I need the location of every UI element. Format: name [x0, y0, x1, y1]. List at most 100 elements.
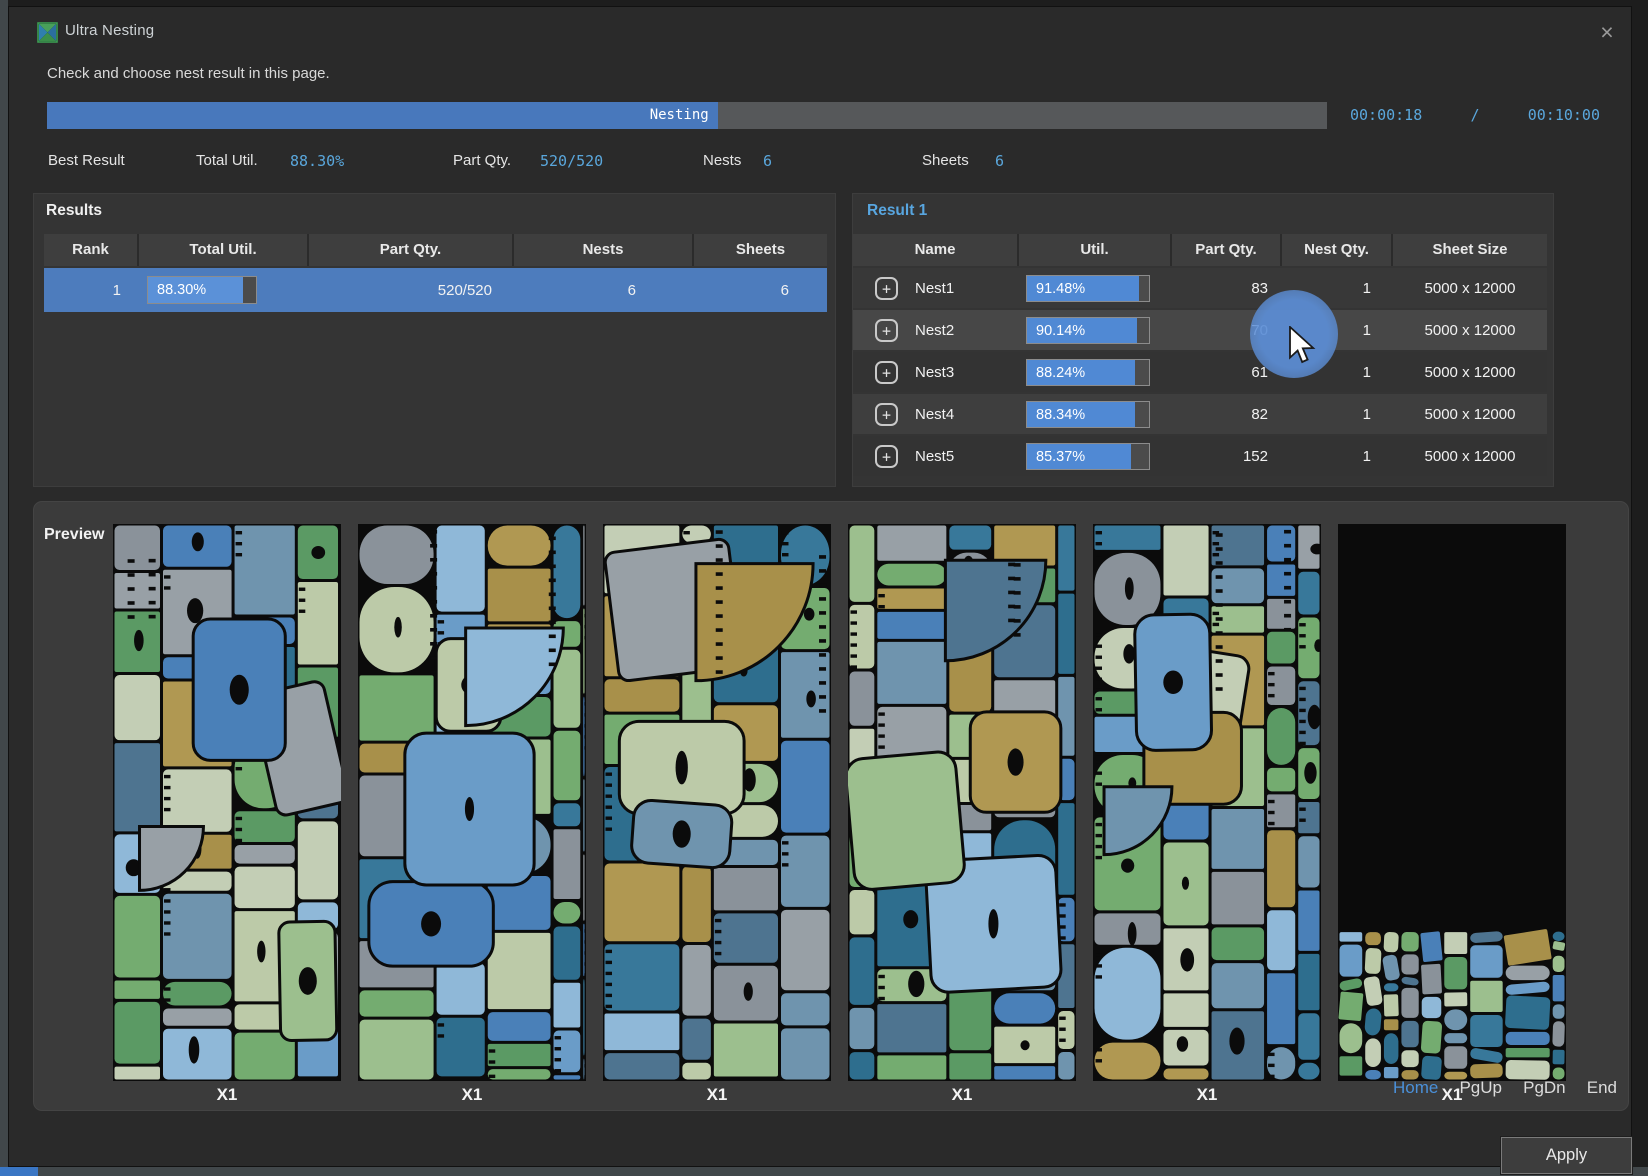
expand-row-button[interactable]: +	[875, 319, 898, 342]
pager-pgdn[interactable]: PgDn	[1523, 1078, 1566, 1098]
nest-name: Nest1	[915, 280, 954, 297]
util-bar: 88.34%	[1026, 401, 1150, 428]
nest-row-1[interactable]: + Nest1 91.48% 83 1 5000 x 12000	[853, 268, 1547, 308]
total-util-value: 88.30%	[290, 149, 344, 173]
result1-title: Result 1	[867, 202, 927, 220]
total-util-bar-text: 88.30%	[157, 277, 206, 303]
nest-row-5[interactable]: + Nest5 85.37% 152 1 5000 x 12000	[853, 436, 1547, 476]
util-bar-text: 88.34%	[1036, 402, 1085, 428]
total-time: 00:10:00	[1528, 106, 1600, 124]
window-title: Ultra Nesting	[65, 22, 154, 39]
results-panel: Results Rank Total Util. Part Qty. Nests…	[33, 193, 836, 487]
nest-row-3[interactable]: + Nest3 88.24% 61 1 5000 x 12000	[853, 352, 1547, 392]
util-bar-text: 88.24%	[1036, 360, 1085, 386]
util-bar-text: 85.37%	[1036, 444, 1085, 470]
col-sheets: Sheets	[694, 234, 827, 266]
nest-name: Nest3	[915, 364, 954, 381]
col-nests: Nests	[514, 234, 694, 266]
nest-name: Nest4	[915, 406, 954, 423]
part-qty-cell: 83	[1172, 280, 1282, 297]
cursor-pointer	[1288, 326, 1316, 369]
expand-row-button[interactable]: +	[875, 445, 898, 468]
col-rank: Rank	[44, 234, 139, 266]
nest-row-4[interactable]: + Nest4 88.34% 82 1 5000 x 12000	[853, 394, 1547, 434]
rank-value: 1	[44, 282, 139, 299]
nesting-progress-fill: Nesting	[47, 102, 718, 129]
sheets-value: 6	[995, 149, 1004, 173]
sheet-size-cell: 5000 x 12000	[1393, 448, 1547, 465]
elapsed-time: 00:00:18	[1350, 106, 1422, 124]
page-subtitle: Check and choose nest result in this pag…	[47, 65, 330, 82]
desktop-edge-accent	[0, 1167, 38, 1176]
preview-pager: Home PgUp PgDn End	[1393, 1078, 1617, 1098]
sheet-count-label-4: X1	[848, 1085, 1076, 1105]
time-separator: /	[1470, 106, 1479, 124]
pager-pgup[interactable]: PgUp	[1459, 1078, 1502, 1098]
sheet-count-label-3: X1	[603, 1085, 831, 1105]
results-table-header: Rank Total Util. Part Qty. Nests Sheets	[44, 234, 827, 266]
nesting-progress-label: Nesting	[650, 102, 709, 129]
nests-cell: 6	[514, 282, 694, 299]
app-logo-icon	[37, 22, 58, 48]
nest-preview-5[interactable]	[1093, 524, 1321, 1081]
col-total-util: Total Util.	[139, 234, 309, 266]
nest-preview-4[interactable]	[848, 524, 1076, 1081]
expand-row-button[interactable]: +	[875, 361, 898, 384]
pager-home[interactable]: Home	[1393, 1078, 1438, 1098]
nest-name: Nest5	[915, 448, 954, 465]
results-title: Results	[46, 202, 102, 220]
col-util: Util.	[1019, 234, 1172, 266]
expand-row-button[interactable]: +	[875, 403, 898, 426]
result1-panel: Result 1 Name Util. Part Qty. Nest Qty. …	[852, 193, 1554, 487]
col-name: Name	[853, 234, 1019, 266]
sheet-count-label-2: X1	[358, 1085, 586, 1105]
nests-value: 6	[763, 149, 772, 173]
sheet-size-cell: 5000 x 12000	[1393, 280, 1547, 297]
sheet-count-label-1: X1	[113, 1085, 341, 1105]
nest-preview-2[interactable]	[358, 524, 586, 1081]
util-bar: 88.24%	[1026, 359, 1150, 386]
total-util-label: Total Util.	[196, 149, 258, 173]
result1-table-header: Name Util. Part Qty. Nest Qty. Sheet Siz…	[853, 234, 1547, 266]
nesting-progress-bar: Nesting	[47, 102, 1327, 129]
part-qty-cell: 520/520	[309, 282, 514, 299]
nest-preview-3[interactable]	[603, 524, 831, 1081]
col-part-qty: Part Qty.	[309, 234, 514, 266]
total-util-bar: 88.30%	[147, 276, 257, 304]
util-bar: 85.37%	[1026, 443, 1150, 470]
col-sheet-size: Sheet Size	[1393, 234, 1547, 266]
nest-preview-1[interactable]	[113, 524, 341, 1081]
preview-title: Preview	[44, 526, 104, 544]
nest-row-2[interactable]: + Nest2 90.14% 70 1 5000 x 12000	[853, 310, 1547, 350]
close-icon[interactable]: ×	[1587, 17, 1627, 49]
apply-button[interactable]: Apply	[1501, 1137, 1632, 1174]
sheet-size-cell: 5000 x 12000	[1393, 406, 1547, 423]
part-qty-label: Part Qty.	[453, 149, 511, 173]
sheets-label: Sheets	[922, 149, 969, 173]
nesting-timer: 00:00:18 / 00:10:00	[1350, 106, 1600, 124]
col-nest-qty: Nest Qty.	[1282, 234, 1393, 266]
col-part-qty: Part Qty.	[1172, 234, 1282, 266]
sheets-cell: 6	[694, 282, 827, 299]
util-bar-text: 90.14%	[1036, 318, 1085, 344]
nests-label: Nests	[703, 149, 741, 173]
nest-preview-6[interactable]	[1338, 524, 1566, 1081]
results-row-selected[interactable]: 1 88.30% 520/520 6 6	[44, 268, 827, 312]
best-result-label: Best Result	[48, 149, 125, 173]
nest-qty-cell: 1	[1282, 448, 1393, 465]
ultra-nesting-dialog: Ultra Nesting × Check and choose nest re…	[8, 6, 1632, 1167]
nest-name: Nest2	[915, 322, 954, 339]
util-bar-text: 91.48%	[1036, 276, 1085, 302]
expand-row-button[interactable]: +	[875, 277, 898, 300]
nest-qty-cell: 1	[1282, 406, 1393, 423]
util-bar: 90.14%	[1026, 317, 1150, 344]
desktop-edge-left	[0, 0, 8, 1176]
part-qty-value: 520/520	[540, 149, 603, 173]
desktop-edge-bottom	[0, 1167, 1648, 1176]
sheet-count-label-5: X1	[1093, 1085, 1321, 1105]
pager-end[interactable]: End	[1587, 1078, 1617, 1098]
sheet-size-cell: 5000 x 12000	[1393, 322, 1547, 339]
sheet-size-cell: 5000 x 12000	[1393, 364, 1547, 381]
util-bar: 91.48%	[1026, 275, 1150, 302]
part-qty-cell: 152	[1172, 448, 1282, 465]
